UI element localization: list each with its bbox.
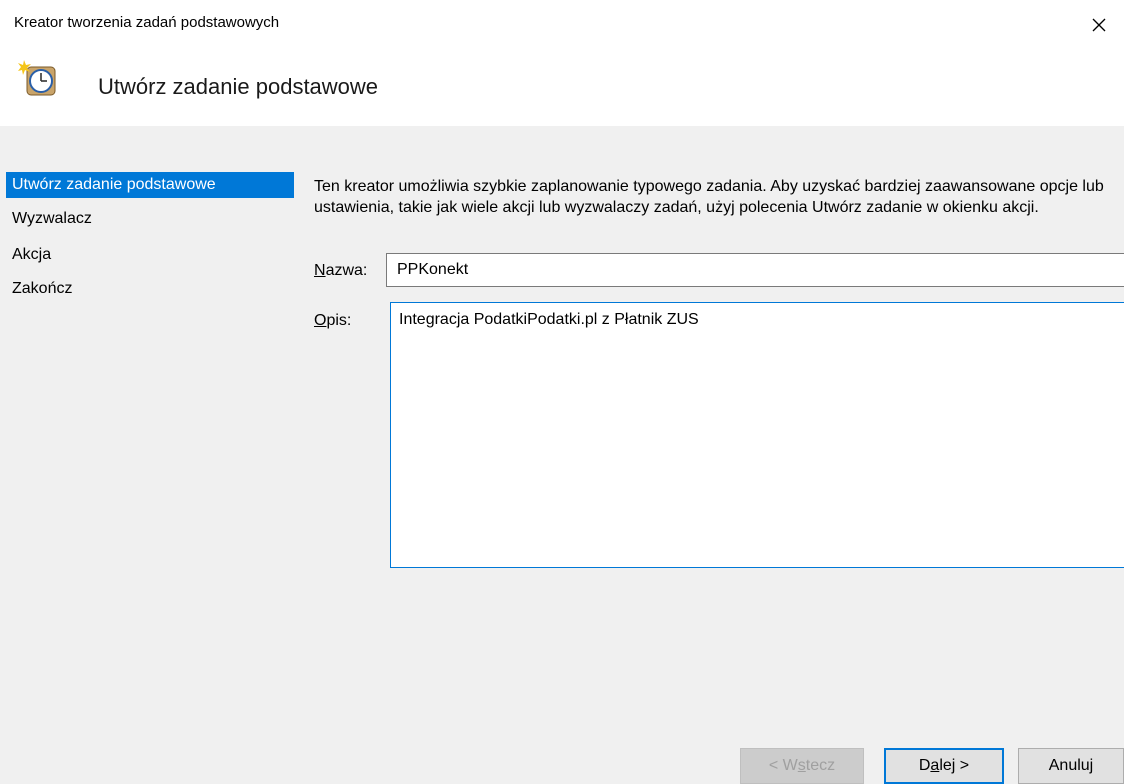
next-button-suffix: lej > — [939, 757, 970, 774]
description-textarea[interactable]: Integracja PodatkiPodatki.pl z Płatnik Z… — [390, 302, 1124, 568]
name-label-text: azwa: — [325, 262, 368, 279]
description-label-access-key: O — [314, 312, 327, 329]
back-button-suffix: tecz — [805, 757, 836, 774]
back-button-prefix: < W — [768, 757, 798, 774]
name-label-access-key: N — [314, 262, 326, 279]
scheduled-task-clock-icon — [18, 60, 56, 96]
window-title: Kreator tworzenia zadań podstawowych — [14, 14, 280, 31]
description-label: Opis: — [314, 312, 351, 330]
cancel-button[interactable]: Anuluj — [1018, 748, 1124, 784]
close-button[interactable] — [1086, 12, 1112, 38]
page-title: Utwórz zadanie podstawowe — [98, 74, 379, 99]
nav-item-action[interactable]: Akcja — [6, 242, 51, 268]
name-input[interactable] — [386, 253, 1124, 287]
title-bar: Kreator tworzenia zadań podstawowych — [0, 0, 1124, 48]
back-button-access-key: s — [797, 757, 806, 774]
nav-item-finish[interactable]: Zakończ — [6, 276, 72, 302]
description-label-text: pis: — [326, 312, 352, 329]
nav-item-trigger[interactable]: Wyzwalacz — [6, 206, 92, 232]
next-button-access-key: a — [930, 757, 940, 774]
next-button[interactable]: Dalej > — [884, 748, 1004, 784]
back-button[interactable]: < Wstecz — [740, 748, 864, 784]
next-button-prefix: D — [918, 757, 931, 774]
wizard-description: Ten kreator umożliwia szybkie zaplanowan… — [314, 178, 1104, 216]
name-label: Nazwa: — [314, 262, 367, 280]
nav-item-create-basic-task[interactable]: Utwórz zadanie podstawowe — [6, 172, 294, 198]
close-icon — [1092, 18, 1106, 32]
